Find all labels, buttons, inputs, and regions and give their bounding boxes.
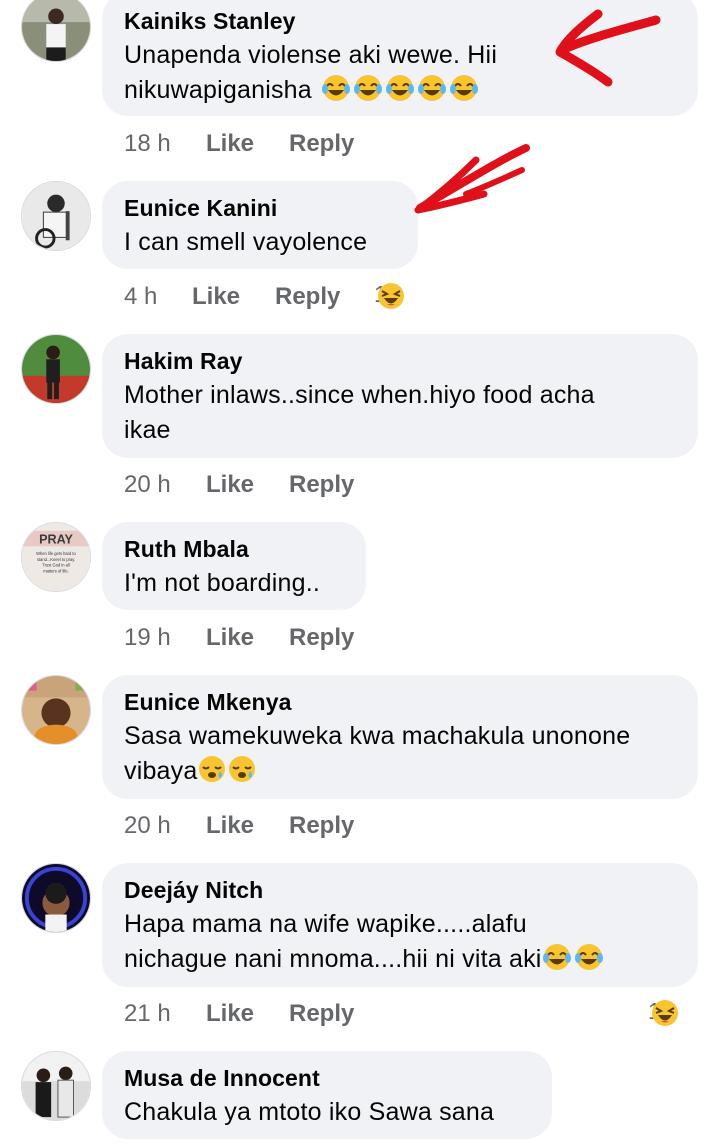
svg-text:matters of life.: matters of life. bbox=[43, 569, 69, 574]
comment-text-line: Hapa mama na wife wapike.....alafu bbox=[124, 910, 527, 938]
like-button[interactable]: Like bbox=[192, 283, 240, 311]
comment-text: Unapenda violense aki wewe. Hii nikuwapi… bbox=[124, 38, 676, 108]
comment-text: I can smell vayolence bbox=[124, 228, 368, 256]
comment-bubble: Hakim Ray Mother inlaws..since when.hiyo… bbox=[102, 334, 698, 458]
comment-text-line: nikuwapiganisha bbox=[124, 73, 676, 108]
like-button[interactable]: Like bbox=[206, 130, 254, 158]
avatar[interactable] bbox=[21, 863, 91, 933]
like-button[interactable]: Like bbox=[206, 471, 254, 499]
reply-button[interactable]: Reply bbox=[275, 283, 340, 311]
svg-text:stand...Kneel to pray.: stand...Kneel to pray. bbox=[37, 557, 75, 562]
commenter-name[interactable]: Kainiks Stanley bbox=[124, 8, 676, 35]
annotation-arrow bbox=[414, 144, 530, 214]
commenter-name[interactable]: Deejáy Nitch bbox=[124, 877, 676, 904]
comment-text: Sasa wamekuweka kwa machakula unonone vi… bbox=[124, 719, 676, 789]
commenter-name[interactable]: Musa de Innocent bbox=[124, 1065, 530, 1092]
comment-text-line: Mother inlaws..since when.hiyo food acha bbox=[124, 381, 595, 409]
commenter-name[interactable]: Ruth Mbala bbox=[124, 536, 344, 563]
sleepy-face-icon bbox=[227, 754, 257, 784]
comment-text-line: Unapenda violense aki wewe. Hii bbox=[124, 41, 498, 69]
comment-bubble: Kainiks Stanley Unapenda violense aki we… bbox=[102, 0, 698, 116]
comment-bubble: Ruth Mbala I'm not boarding.. bbox=[102, 522, 366, 610]
comment-bubble: Eunice Mkenya Sasa wamekuweka kwa machak… bbox=[102, 675, 698, 799]
haha-reaction-icon bbox=[376, 281, 406, 311]
svg-text:PRAY: PRAY bbox=[39, 532, 73, 546]
commenter-name[interactable]: Hakim Ray bbox=[124, 348, 676, 375]
laugh-cry-icon bbox=[385, 73, 415, 103]
commenter-name[interactable]: Eunice Mkenya bbox=[124, 689, 676, 716]
comment-bubble: Deejáy Nitch Hapa mama na wife wapike...… bbox=[102, 863, 698, 987]
comment-text: Chakula ya mtoto iko Sawa sana bbox=[124, 1098, 495, 1126]
comment-text: Mother inlaws..since when.hiyo food acha… bbox=[124, 378, 676, 448]
comment-text-line: nichague nani mnoma....hii ni vita aki bbox=[124, 942, 676, 977]
comment-text: Hapa mama na wife wapike.....alafu nicha… bbox=[124, 907, 676, 977]
laugh-cry-icon bbox=[353, 73, 383, 103]
svg-text:Trust God in all: Trust God in all bbox=[42, 563, 70, 568]
haha-reaction-icon bbox=[650, 998, 680, 1028]
reply-button[interactable]: Reply bbox=[289, 1000, 354, 1028]
avatar[interactable] bbox=[21, 1051, 91, 1121]
laugh-cry-icon bbox=[449, 73, 479, 103]
comment-text-line: Sasa wamekuweka kwa machakula unonone bbox=[124, 722, 631, 750]
svg-text:When life gets hard to: When life gets hard to bbox=[36, 551, 76, 556]
timestamp[interactable]: 21 h bbox=[124, 1000, 171, 1028]
comment-text: I'm not boarding.. bbox=[124, 569, 320, 597]
sleepy-face-icon bbox=[197, 754, 227, 784]
timestamp[interactable]: 18 h bbox=[124, 130, 171, 158]
laugh-cry-icon bbox=[321, 73, 351, 103]
laugh-cry-icon bbox=[542, 942, 572, 972]
timestamp[interactable]: 20 h bbox=[124, 812, 171, 840]
avatar[interactable] bbox=[21, 334, 91, 404]
like-button[interactable]: Like bbox=[206, 1000, 254, 1028]
comment-bubble: Musa de Innocent Chakula ya mtoto iko Sa… bbox=[102, 1051, 552, 1139]
timestamp[interactable]: 4 h bbox=[124, 283, 157, 311]
avatar[interactable] bbox=[21, 181, 91, 251]
avatar[interactable] bbox=[21, 675, 91, 745]
reply-button[interactable]: Reply bbox=[289, 624, 354, 652]
laugh-cry-icon bbox=[574, 942, 604, 972]
timestamp[interactable]: 19 h bbox=[124, 624, 171, 652]
comment-bubble: Eunice Kanini I can smell vayolence bbox=[102, 181, 418, 269]
comment-text-line: ikae bbox=[124, 416, 171, 444]
timestamp[interactable]: 20 h bbox=[124, 471, 171, 499]
avatar[interactable] bbox=[21, 0, 91, 62]
laugh-cry-icon bbox=[417, 73, 447, 103]
reply-button[interactable]: Reply bbox=[289, 471, 354, 499]
like-button[interactable]: Like bbox=[206, 812, 254, 840]
commenter-name[interactable]: Eunice Kanini bbox=[124, 195, 396, 222]
like-button[interactable]: Like bbox=[206, 624, 254, 652]
avatar[interactable]: PRAY When life gets hard to stand...Knee… bbox=[21, 522, 91, 592]
reply-button[interactable]: Reply bbox=[289, 130, 354, 158]
reply-button[interactable]: Reply bbox=[289, 812, 354, 840]
comment-text-line: vibaya bbox=[124, 754, 676, 789]
